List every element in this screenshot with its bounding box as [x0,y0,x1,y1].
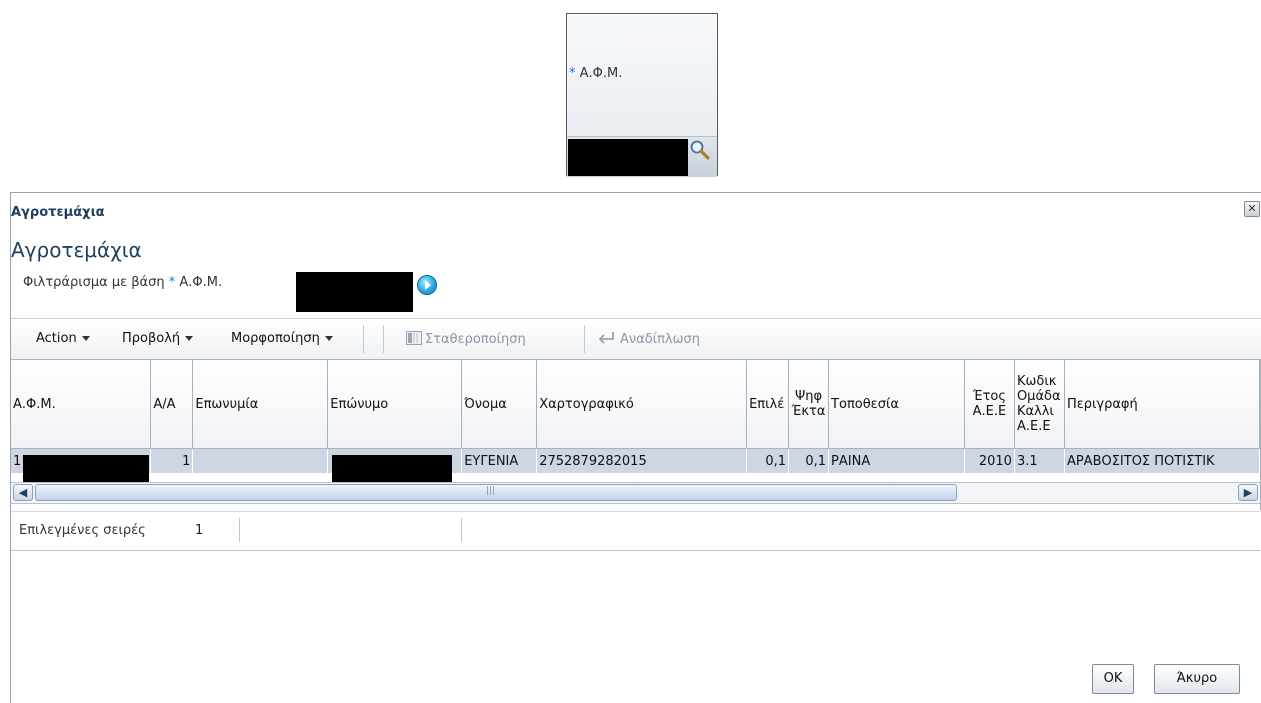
afm-label-text: Α.Φ.Μ. [579,66,623,81]
column-header[interactable]: Περιγραφή [1064,360,1261,449]
column-header[interactable]: Κωδικ Ομάδα Καλλι Α.Ε.Ε [1014,360,1065,449]
column-header[interactable]: Όνομα [461,360,538,449]
table-cell-kodikos: 3.1 [1014,448,1065,473]
column-header[interactable]: Χαρτογραφικό [536,360,748,449]
column-header[interactable]: Επωνυμία [192,360,329,449]
table: Α.Φ.Μ. Α/Α Επωνυμία Επώνυμο Όνομα Χαρτογ… [11,360,1261,473]
page-header: Αγροτεμάχια [11,238,142,262]
magnifier-icon[interactable] [689,139,711,161]
status-bar: Επιλεγμένες σειρές 1 [11,511,1260,551]
selected-rows-count: 1 [195,523,204,538]
dialog-title: Αγροτεμάχια [11,205,105,220]
chevron-down-icon [324,336,333,341]
horizontal-scrollbar[interactable]: ◀ ||| ▶ [11,482,1260,504]
table-cell-perigrafi: ΑΡΑΒΟΣΙΤΟΣ ΠΟΤΙΣΤΙΚ [1064,448,1261,473]
required-mark: * [569,66,576,81]
freeze-button[interactable]: Σταθεροποίηση [406,331,526,347]
table-cell-etos: 2010 [964,448,1015,473]
format-menu[interactable]: Μορφοποίηση [231,331,333,346]
cancel-button[interactable]: Άκυρο [1154,664,1240,694]
column-header[interactable]: Επώνυμο [327,360,463,449]
column-header[interactable]: Α.Φ.Μ. [11,360,152,449]
wrap-label: Αναδίπλωση [620,332,700,347]
toolbar-divider [363,325,364,353]
column-header[interactable]: Ψηφ Έκτα [788,360,830,449]
column-header[interactable]: Τοποθεσία [828,360,965,449]
wrap-button[interactable]: Αναδίπλωση [598,331,700,347]
selected-rows-label: Επιλεγμένες σειρές [19,523,146,538]
redacted-filter-afm-input[interactable] [296,272,413,312]
chevron-down-icon [81,336,90,341]
table-header-row: Α.Φ.Μ. Α/Α Επωνυμία Επώνυμο Όνομα Χαρτογ… [11,360,1261,449]
table-toolbar: Action Προβολή Μορφοποίηση Σταθεροποίηση… [11,318,1261,359]
view-menu[interactable]: Προβολή [122,331,194,346]
toolbar-divider [584,325,585,353]
table-cell-aa: 1 [150,448,194,473]
column-header[interactable]: Α/Α [150,360,194,449]
redacted-afm-value [568,139,688,176]
afm-field-widget: * Α.Φ.Μ. [566,13,718,177]
table-row[interactable]: 1 1 ΕΥΓΕΝΙΑ 2752879282015 0,1 0,1 ΡΑΙΝΑ … [11,448,1261,473]
filter-prefix: Φιλτράρισμα με βάση [23,275,165,290]
scrollbar-grip: ||| [486,486,496,496]
table-cell-onoma: ΕΥΓΕΝΙΑ [461,448,538,473]
table-cell-epilex: 0,1 [746,448,790,473]
table-cell-xartografiko: 2752879282015 [536,448,748,473]
freeze-icon [406,331,422,345]
required-mark: * [168,275,176,290]
view-menu-label: Προβολή [122,331,181,346]
ok-button[interactable]: OK [1092,664,1134,694]
format-menu-label: Μορφοποίηση [231,331,320,346]
filter-row: Φιλτράρισμα με βάση * Α.Φ.Μ. [23,275,222,290]
toolbar-divider [383,325,384,353]
action-menu[interactable]: Action [36,331,90,346]
chevron-down-icon [185,336,194,341]
table-cell-topothesia: ΡΑΙΝΑ [828,448,965,473]
afm-field-label: * Α.Φ.Μ. [569,66,622,81]
status-divider [461,518,462,542]
status-divider [239,518,240,542]
table-cell-eponymia [192,448,329,473]
action-menu-label: Action [36,331,77,346]
close-icon[interactable]: ✕ [1244,201,1260,217]
table-cell-psif-ekt: 0,1 [788,448,830,473]
scroll-left-icon[interactable]: ◀ [13,484,33,501]
parcels-dialog: Αγροτεμάχια ✕ Αγροτεμάχια Φιλτράρισμα με… [10,192,1261,703]
freeze-label: Σταθεροποίηση [425,332,526,347]
column-header[interactable]: Έτος Α.Ε.Ε [964,360,1015,449]
column-header[interactable]: Επιλέ [746,360,790,449]
scrollbar-thumb[interactable]: ||| [35,484,957,501]
scroll-right-icon[interactable]: ▶ [1238,484,1258,501]
go-arrow-icon[interactable] [417,275,437,295]
wrap-icon [598,331,616,345]
filter-label: Α.Φ.Μ. [179,275,223,290]
